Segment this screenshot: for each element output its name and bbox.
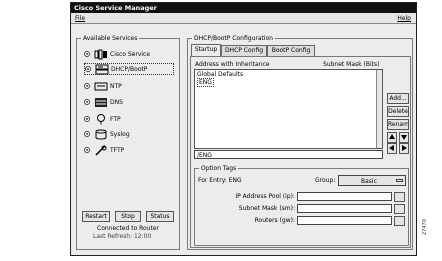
path-value: /ENG [197,152,212,159]
service-item-tftp[interactable]: TFTP [84,145,174,157]
subnet-mask-field[interactable] [297,204,392,213]
service-label: Cisco Service [110,51,151,58]
status-led-icon [85,66,91,72]
group-label: Group: [315,177,336,184]
dns-icon [95,98,107,107]
ip-pool-field[interactable] [297,192,392,201]
service-item-syslog[interactable]: Syslog [84,129,174,141]
option-label-ip-pool: IP Address Pool (ip): [235,193,295,200]
move-down-button[interactable] [399,132,409,143]
arrow-down-icon [401,135,407,140]
cisco-service-icon [94,49,107,60]
restart-button[interactable]: Restart [82,211,110,222]
address-column-header: Address with Inheritance [195,61,270,68]
address-list-scrollbar[interactable] [376,70,382,148]
group-select[interactable]: Basic [338,175,406,186]
figure-number: 27470 [422,219,428,235]
service-item-dhcp-bootp[interactable]: DHCP/BootP [84,63,174,75]
service-label: DNS [110,99,123,106]
service-item-ntp[interactable]: NTP [84,81,174,93]
move-right-button[interactable] [399,143,409,154]
status-button[interactable]: Status [146,211,174,222]
menu-help[interactable]: Help [397,15,411,22]
arrow-left-icon [389,145,394,151]
status-led-icon [84,99,90,105]
service-label: TFTP [110,147,125,154]
status-led-icon [84,147,90,153]
option-label-subnet-mask: Subnet Mask (sm): [238,205,295,212]
group-select-value: Basic [361,178,377,185]
service-label: FTP [110,116,121,123]
rename-button[interactable]: Rename [387,119,409,130]
tab-dhcp-config[interactable]: DHCP Config [221,45,267,56]
stop-button[interactable]: Stop [115,211,141,222]
address-list[interactable]: Global Defaults ENG [194,69,383,149]
status-led-icon [84,131,90,137]
option-tags-group: Option Tags For Entry: ENG Group: Basic … [194,165,409,246]
tab-bootp-config[interactable]: BootP Config [267,45,315,56]
service-item-cisco[interactable]: Cisco Service [84,49,174,61]
syslog-icon [95,129,107,140]
ip-pool-button[interactable] [394,192,405,202]
title-bar: Cisco Service Manager [71,3,416,13]
arrow-right-icon [402,145,407,151]
dhcp-config-group: DHCP/BootP Configuration Startup DHCP Co… [187,35,413,250]
routers-button[interactable] [394,216,405,226]
delete-button[interactable]: Delete [387,106,409,117]
option-tags-title: Option Tags [199,165,239,172]
path-field[interactable]: /ENG [194,150,383,159]
tab-startup[interactable]: Startup [191,44,221,56]
move-up-button[interactable] [387,132,397,143]
dropdown-indicator-icon [396,179,403,182]
connection-status-text: Connected to Router [97,225,160,232]
service-item-ftp[interactable]: FTP [84,114,174,126]
menu-bar: File Help [71,13,416,24]
subnet-mask-button[interactable] [394,204,405,214]
move-left-button[interactable] [387,143,397,154]
status-led-icon [84,116,90,122]
available-services-title: Available Services [81,35,140,42]
available-services-group: Available Services Cisco Service DHCP/Bo… [76,35,180,250]
subnet-column-header: Subnet Mask (Bits) [323,61,380,68]
add-button[interactable]: Add... [387,93,409,104]
ftp-icon [97,114,105,125]
arrow-up-icon [389,134,395,139]
option-label-routers: Routers (gw): [254,217,295,224]
dhcp-bootp-icon [95,64,109,75]
list-item[interactable]: ENG [197,78,214,87]
for-entry-label: For Entry: ENG [198,177,242,184]
service-label: DHCP/BootP [111,66,148,73]
ntp-icon [94,82,108,91]
service-item-dns[interactable]: DNS [84,97,174,109]
service-label: NTP [110,83,122,90]
service-manager-window: Cisco Service Manager File Help Availabl… [70,2,417,256]
refresh-status-text: Last Refresh: 12:00 [93,233,152,240]
status-led-icon [84,51,90,57]
tftp-icon [95,145,107,156]
routers-field[interactable] [297,216,392,225]
window-title: Cisco Service Manager [74,4,157,12]
list-item[interactable]: Global Defaults [197,71,243,78]
menu-file[interactable]: File [75,15,85,22]
status-led-icon [84,83,90,89]
dhcp-config-title: DHCP/BootP Configuration [192,35,275,42]
service-label: Syslog [110,131,130,138]
tab-panel: Address with Inheritance Subnet Mask (Bi… [190,56,411,248]
